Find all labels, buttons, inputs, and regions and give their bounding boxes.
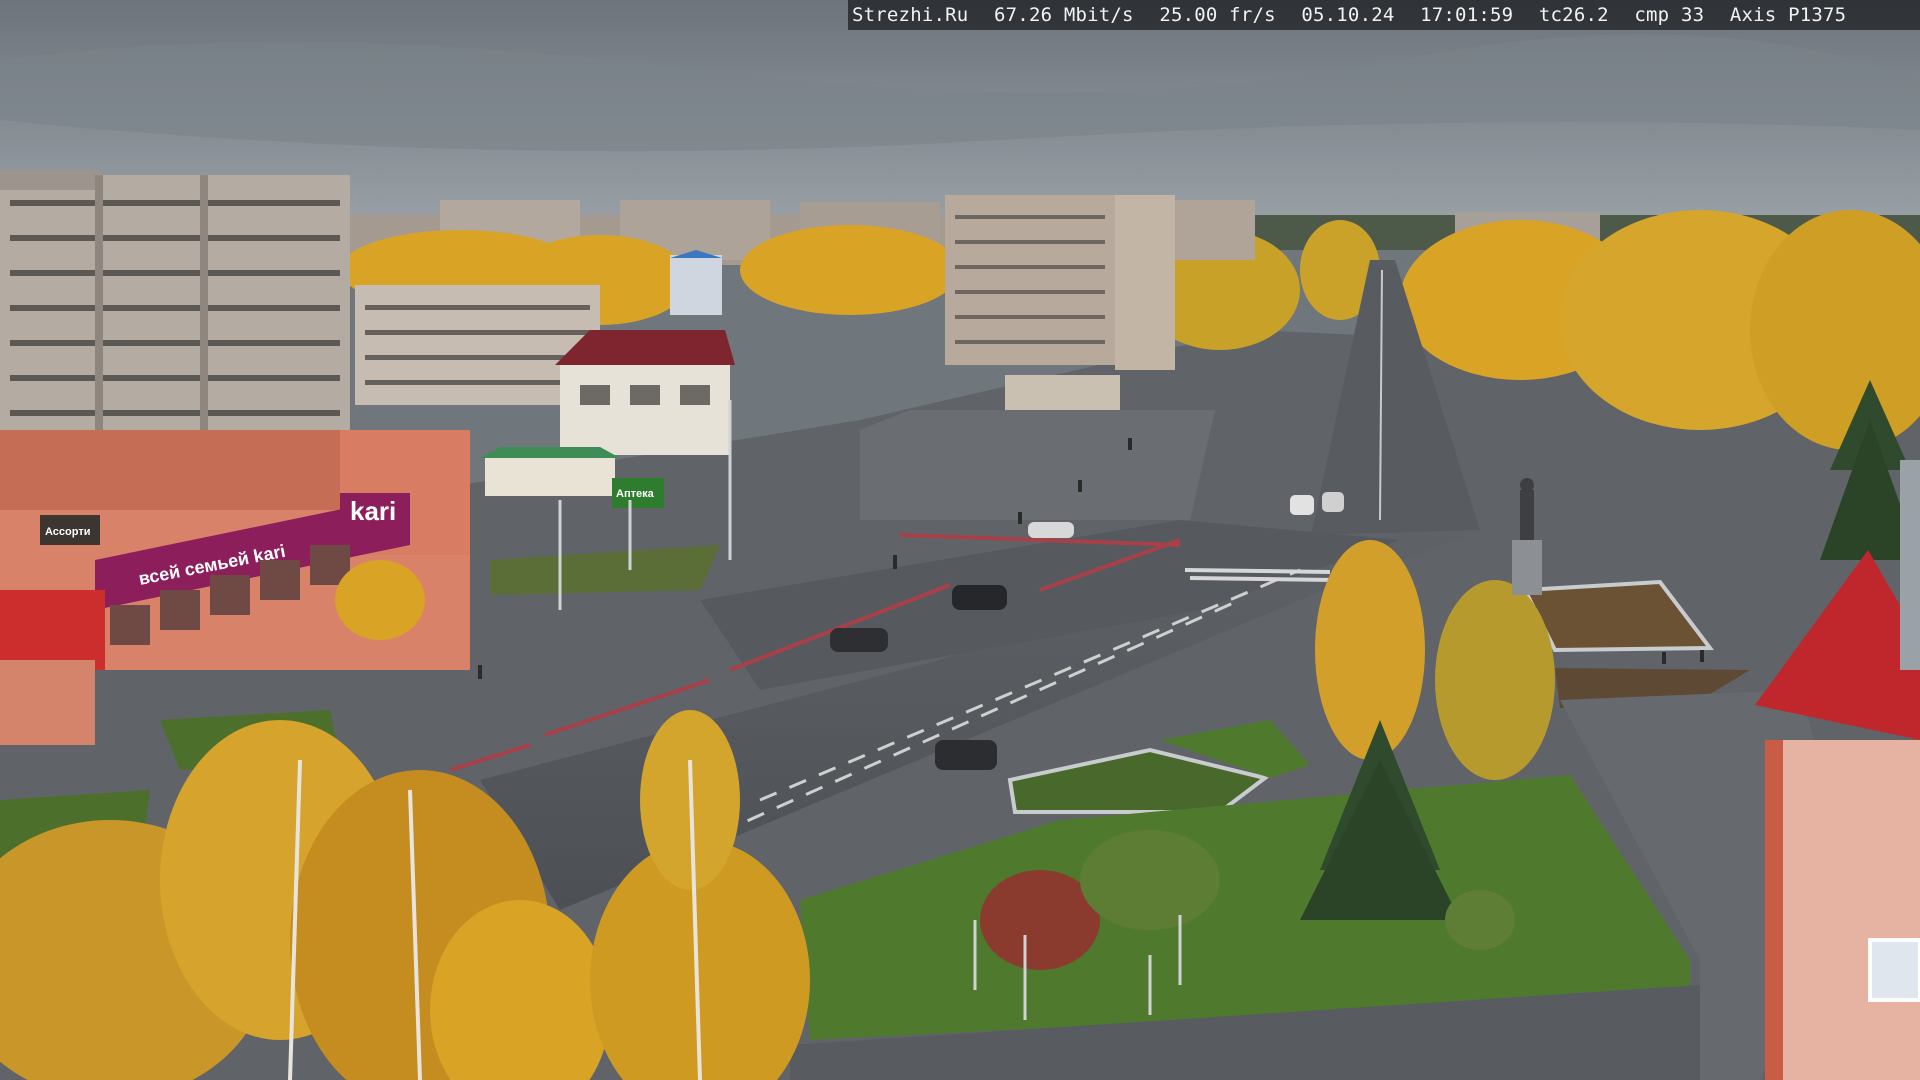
- central-square: [860, 410, 1215, 520]
- overlay-time: 17:01:59: [1420, 4, 1514, 26]
- kari-logo: kari: [350, 496, 396, 526]
- webcam-scene: Аптека kari всей семьей kari Ассорти: [0, 0, 1920, 1080]
- overlay-bitrate: 67.26 Mbit/s: [994, 4, 1134, 26]
- overlay-framerate: 25.00 fr/s: [1159, 4, 1276, 26]
- overlay-model: Axis P1375: [1729, 4, 1847, 26]
- overlay-date: 05.10.24: [1301, 4, 1395, 26]
- overlay-cmp: cmp 33: [1634, 4, 1705, 26]
- red-roof-building: [555, 330, 735, 455]
- small-shop-sign: Ассорти: [45, 526, 90, 538]
- overlay-site: Strezhi.Ru: [852, 4, 969, 26]
- pharmacy-sign: Аптека: [616, 488, 655, 500]
- camera-info-overlay: Strezhi.Ru 67.26 Mbit/s 25.00 fr/s 05.10…: [848, 0, 1920, 30]
- overlay-tc: tc26.2: [1538, 4, 1609, 26]
